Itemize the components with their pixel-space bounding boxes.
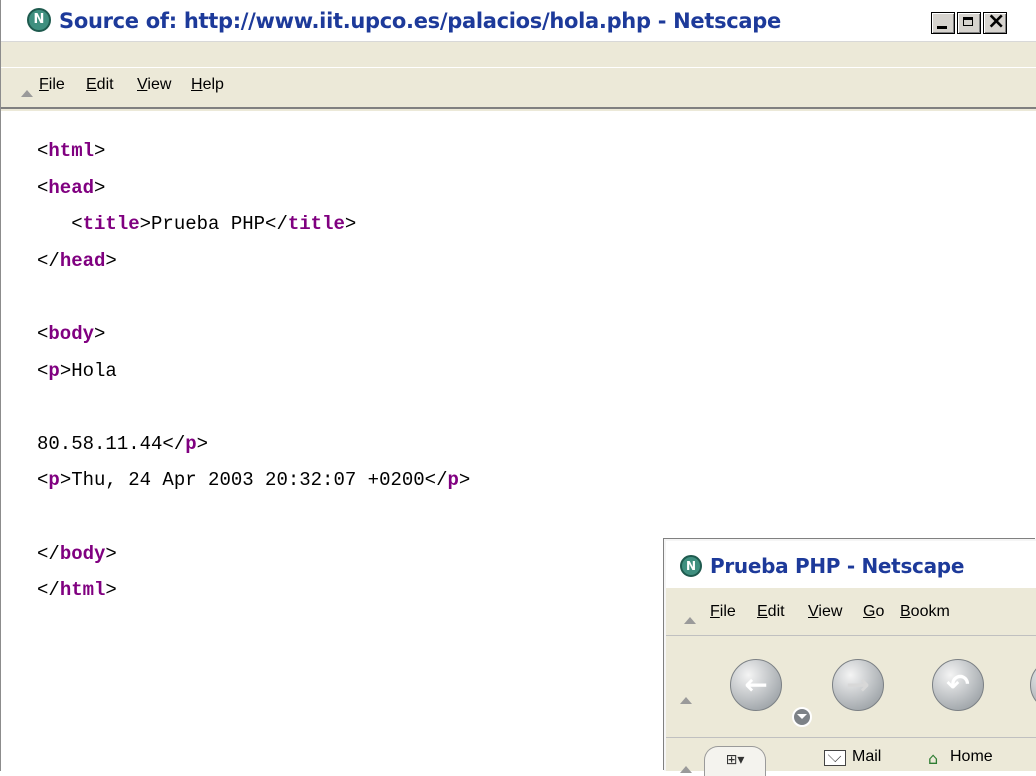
code-text: >Thu, 24 Apr 2003 20:32:07 +0200</ bbox=[59, 469, 448, 492]
code-line: <html> bbox=[37, 140, 105, 162]
source-code: <html> <head> <title>Prueba PHP</title> … bbox=[37, 133, 470, 609]
tag-name: p bbox=[48, 469, 60, 492]
toolbar-grip-icon[interactable] bbox=[680, 697, 692, 704]
code-text: </ bbox=[37, 249, 60, 272]
code-text: > bbox=[94, 322, 106, 345]
browser-menu-bookmarks[interactable]: Bookm bbox=[900, 603, 950, 621]
tag-name: title bbox=[287, 213, 345, 236]
menu-file[interactable]: File bbox=[39, 76, 65, 94]
browser-window: Prueba PHP - Netscape File Edit View Go … bbox=[664, 539, 1036, 776]
code-text: > bbox=[105, 249, 117, 272]
tab-icon[interactable]: ⊞▾ bbox=[704, 746, 766, 776]
code-text: < bbox=[37, 140, 49, 162]
back-icon[interactable]: ← bbox=[730, 659, 782, 711]
code-text: 80.58.11.44</ bbox=[37, 432, 186, 455]
mail-icon bbox=[824, 750, 846, 766]
tag-name: html bbox=[59, 579, 106, 602]
tag-name: html bbox=[48, 140, 95, 162]
browser-menu-edit[interactable]: Edit bbox=[757, 603, 785, 621]
browser-menu-file[interactable]: File bbox=[710, 603, 736, 621]
tag-name: title bbox=[82, 213, 140, 236]
toolbar-grip-icon[interactable] bbox=[684, 617, 696, 624]
code-line: <title>Prueba PHP</title> bbox=[37, 213, 356, 235]
code-text: > bbox=[94, 176, 106, 199]
minimize-button[interactable] bbox=[931, 12, 955, 34]
code-line: <head> bbox=[37, 177, 105, 199]
code-text: > bbox=[458, 469, 471, 492]
code-text: < bbox=[37, 176, 49, 199]
tag-name: body bbox=[59, 542, 106, 565]
code-text: > bbox=[105, 579, 117, 602]
maximize-button[interactable] bbox=[957, 12, 981, 34]
netscape-logo-icon bbox=[27, 8, 51, 32]
code-line: <body> bbox=[37, 323, 105, 345]
code-text: >Prueba PHP</ bbox=[139, 213, 288, 236]
toolbar-grip-icon[interactable] bbox=[21, 90, 33, 97]
code-text: < bbox=[37, 213, 83, 236]
navigation-toolbar: ← → ↶ bbox=[666, 637, 1036, 735]
code-line: </head> bbox=[37, 250, 117, 272]
code-text: < bbox=[37, 359, 49, 382]
code-text: > bbox=[196, 432, 209, 455]
code-text: < bbox=[37, 469, 49, 492]
menu-edit[interactable]: Edit bbox=[86, 76, 114, 94]
code-line: </body> bbox=[37, 543, 117, 565]
close-button[interactable] bbox=[983, 9, 1007, 34]
stop-icon[interactable] bbox=[1030, 659, 1036, 711]
back-history-dropdown-icon[interactable] bbox=[792, 707, 812, 727]
code-text: < bbox=[37, 322, 49, 345]
personal-toolbar: ⊞▾ Mail ⌂ Home bbox=[666, 737, 1036, 776]
tag-name: p bbox=[447, 469, 459, 492]
code-line: 80.58.11.44</p> bbox=[37, 433, 208, 455]
code-line: <p>Thu, 24 Apr 2003 20:32:07 +0200</p> bbox=[37, 469, 470, 491]
code-line: <p>Hola bbox=[37, 360, 117, 382]
reload-icon[interactable]: ↶ bbox=[932, 659, 984, 711]
tag-name: head bbox=[48, 176, 95, 199]
browser-menu-bar: File Edit View Go Bookm bbox=[666, 591, 1036, 636]
code-text: > bbox=[94, 140, 106, 162]
code-line: </html> bbox=[37, 579, 117, 601]
tag-name: p bbox=[185, 432, 197, 455]
code-text: > bbox=[105, 542, 117, 565]
tag-name: p bbox=[48, 359, 60, 382]
tag-name: body bbox=[48, 322, 95, 345]
menu-view[interactable]: View bbox=[137, 76, 171, 94]
browser-menu-go[interactable]: Go bbox=[863, 603, 884, 621]
title-bar[interactable]: Source of: http://www.iit.upco.es/palaci… bbox=[1, 0, 1036, 42]
browser-title-bar[interactable]: Prueba PHP - Netscape bbox=[666, 541, 1036, 588]
menu-help[interactable]: Help bbox=[191, 76, 224, 94]
mail-button[interactable]: Mail bbox=[852, 748, 881, 766]
browser-window-title: Prueba PHP - Netscape bbox=[710, 554, 965, 578]
code-text: </ bbox=[37, 579, 60, 602]
code-text: </ bbox=[37, 542, 60, 565]
netscape-logo-icon bbox=[680, 555, 702, 577]
menu-bar: File Edit View Help bbox=[1, 67, 1036, 109]
window-title: Source of: http://www.iit.upco.es/palaci… bbox=[59, 9, 781, 33]
tag-name: head bbox=[59, 249, 106, 272]
forward-icon[interactable]: → bbox=[832, 659, 884, 711]
browser-menu-view[interactable]: View bbox=[808, 603, 842, 621]
toolbar-grip-icon[interactable] bbox=[680, 766, 692, 773]
home-icon: ⌂ bbox=[928, 749, 939, 768]
home-button[interactable]: Home bbox=[950, 748, 993, 766]
code-text: > bbox=[344, 213, 357, 236]
code-text: >Hola bbox=[59, 359, 117, 382]
